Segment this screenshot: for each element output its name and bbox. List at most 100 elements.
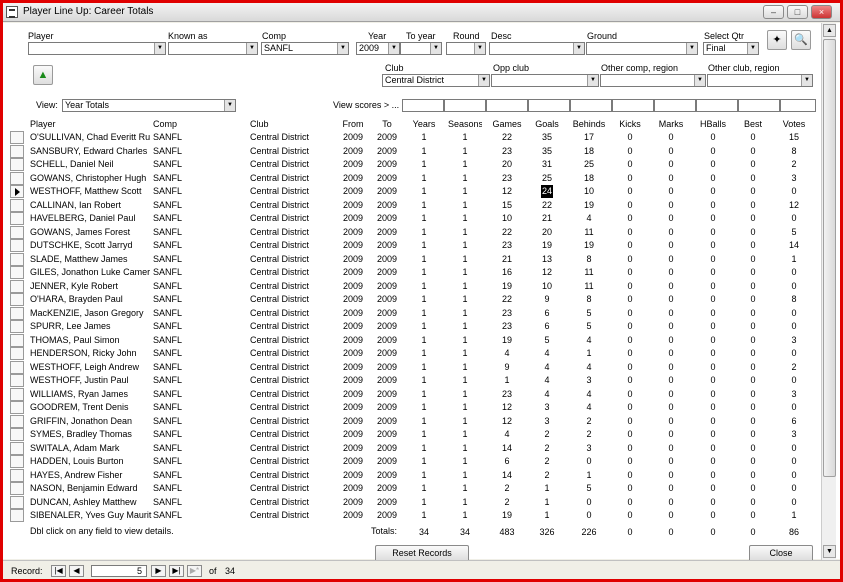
record-selector[interactable] bbox=[10, 441, 24, 455]
cell-games[interactable]: 12 bbox=[488, 415, 526, 428]
cell-best[interactable]: 0 bbox=[735, 347, 771, 360]
column-header-player[interactable]: Player bbox=[30, 118, 152, 131]
cell-seasons[interactable]: 1 bbox=[448, 320, 482, 333]
cell-marks[interactable]: 0 bbox=[653, 334, 689, 347]
cell-years[interactable]: 1 bbox=[409, 172, 439, 185]
cell-player[interactable]: GOWANS, James Forest bbox=[30, 226, 152, 239]
new-record-icon[interactable]: ▶* bbox=[187, 565, 202, 577]
cell-years[interactable]: 1 bbox=[409, 374, 439, 387]
cell-hballs[interactable]: 0 bbox=[694, 347, 732, 360]
cell-marks[interactable]: 0 bbox=[653, 172, 689, 185]
cell-behinds[interactable]: 0 bbox=[568, 496, 610, 509]
cell-to[interactable]: 2009 bbox=[371, 293, 403, 306]
cell-votes[interactable]: 8 bbox=[775, 293, 813, 306]
previous-record-icon[interactable]: ◀ bbox=[69, 565, 84, 577]
cell-kicks[interactable]: 0 bbox=[612, 212, 648, 225]
cell-comp[interactable]: SANFL bbox=[153, 226, 245, 239]
cell-comp[interactable]: SANFL bbox=[153, 158, 245, 171]
cell-hballs[interactable]: 0 bbox=[694, 226, 732, 239]
cell-years[interactable]: 1 bbox=[409, 334, 439, 347]
record-selector[interactable] bbox=[10, 158, 24, 171]
cell-behinds[interactable]: 4 bbox=[568, 401, 610, 414]
comp-combo[interactable]: SANFL ▼ bbox=[261, 42, 349, 55]
cell-behinds[interactable]: 0 bbox=[568, 455, 610, 468]
cell-goals[interactable]: 20 bbox=[528, 226, 566, 239]
cell-votes[interactable]: 0 bbox=[775, 212, 813, 225]
to-year-combo[interactable]: ▼ bbox=[400, 42, 442, 55]
cell-player[interactable]: WESTHOFF, Leigh Andrew bbox=[30, 361, 152, 374]
cell-years[interactable]: 1 bbox=[409, 199, 439, 212]
table-row[interactable]: SANSBURY, Edward Charles SANFL Central Dis… bbox=[3, 144, 823, 159]
cell-goals[interactable]: 5 bbox=[528, 334, 566, 347]
cell-club[interactable]: Central District bbox=[250, 158, 340, 171]
cell-games[interactable]: 2 bbox=[488, 482, 526, 495]
cell-club[interactable]: Central District bbox=[250, 185, 340, 198]
cell-best[interactable]: 0 bbox=[735, 239, 771, 252]
cell-marks[interactable]: 0 bbox=[653, 145, 689, 158]
cell-to[interactable]: 2009 bbox=[371, 266, 403, 279]
cell-club[interactable]: Central District bbox=[250, 226, 340, 239]
cell-votes[interactable]: 3 bbox=[775, 428, 813, 441]
cell-hballs[interactable]: 0 bbox=[694, 374, 732, 387]
cell-club[interactable]: Central District bbox=[250, 374, 340, 387]
cell-comp[interactable]: SANFL bbox=[153, 212, 245, 225]
cell-best[interactable]: 0 bbox=[735, 442, 771, 455]
cell-from[interactable]: 2009 bbox=[338, 442, 368, 455]
table-row[interactable]: HAYES, Andrew Fisher SANFL Central Distric… bbox=[3, 468, 823, 483]
cell-marks[interactable]: 0 bbox=[653, 293, 689, 306]
cell-comp[interactable]: SANFL bbox=[153, 172, 245, 185]
opp-club-combo[interactable]: ▼ bbox=[491, 74, 599, 87]
cell-to[interactable]: 2009 bbox=[371, 401, 403, 414]
cell-best[interactable]: 0 bbox=[735, 496, 771, 509]
cell-votes[interactable]: 0 bbox=[775, 320, 813, 333]
cell-from[interactable]: 2009 bbox=[338, 361, 368, 374]
cell-seasons[interactable]: 1 bbox=[448, 266, 482, 279]
cell-seasons[interactable]: 1 bbox=[448, 442, 482, 455]
cell-to[interactable]: 2009 bbox=[371, 307, 403, 320]
cell-goals[interactable]: 12 bbox=[528, 266, 566, 279]
record-selector[interactable] bbox=[10, 387, 24, 401]
cell-marks[interactable]: 0 bbox=[653, 185, 689, 198]
cell-comp[interactable]: SANFL bbox=[153, 455, 245, 468]
cell-best[interactable]: 0 bbox=[735, 199, 771, 212]
cell-kicks[interactable]: 0 bbox=[612, 199, 648, 212]
cell-player[interactable]: DUNCAN, Ashley Matthew bbox=[30, 496, 152, 509]
cell-years[interactable]: 1 bbox=[409, 280, 439, 293]
cell-games[interactable]: 23 bbox=[488, 307, 526, 320]
score-filter-6[interactable] bbox=[612, 99, 654, 112]
cell-club[interactable]: Central District bbox=[250, 307, 340, 320]
cell-marks[interactable]: 0 bbox=[653, 266, 689, 279]
cell-club[interactable]: Central District bbox=[250, 496, 340, 509]
cell-hballs[interactable]: 0 bbox=[694, 334, 732, 347]
cell-seasons[interactable]: 1 bbox=[448, 482, 482, 495]
cell-best[interactable]: 0 bbox=[735, 334, 771, 347]
cell-club[interactable]: Central District bbox=[250, 320, 340, 333]
cell-goals[interactable]: 2 bbox=[528, 442, 566, 455]
cell-years[interactable]: 1 bbox=[409, 455, 439, 468]
cell-years[interactable]: 1 bbox=[409, 226, 439, 239]
cell-votes[interactable]: 5 bbox=[775, 226, 813, 239]
cell-marks[interactable]: 0 bbox=[653, 239, 689, 252]
chevron-down-icon[interactable]: ▼ bbox=[430, 43, 441, 54]
score-filter-4[interactable] bbox=[528, 99, 570, 112]
cell-hballs[interactable]: 0 bbox=[694, 509, 732, 522]
cell-best[interactable]: 0 bbox=[735, 320, 771, 333]
cell-kicks[interactable]: 0 bbox=[612, 226, 648, 239]
chevron-down-icon[interactable]: ▼ bbox=[246, 43, 257, 54]
cell-best[interactable]: 0 bbox=[735, 253, 771, 266]
record-selector[interactable] bbox=[10, 360, 24, 374]
cell-seasons[interactable]: 1 bbox=[448, 158, 482, 171]
cell-years[interactable]: 1 bbox=[409, 347, 439, 360]
chevron-down-icon[interactable]: ▼ bbox=[388, 43, 399, 54]
record-selector[interactable] bbox=[10, 414, 24, 428]
table-row[interactable]: HAVELBERG, Daniel Paul SANFL Central Distr… bbox=[3, 212, 823, 226]
cell-to[interactable]: 2009 bbox=[371, 131, 403, 144]
cell-club[interactable]: Central District bbox=[250, 199, 340, 212]
cell-goals[interactable]: 35 bbox=[528, 145, 566, 158]
cell-kicks[interactable]: 0 bbox=[612, 280, 648, 293]
cell-player[interactable]: WESTHOFF, Justin Paul bbox=[30, 374, 152, 387]
cell-player[interactable]: HADDEN, Louis Burton bbox=[30, 455, 152, 468]
cell-from[interactable]: 2009 bbox=[338, 226, 368, 239]
cell-games[interactable]: 12 bbox=[488, 185, 526, 198]
cell-club[interactable]: Central District bbox=[250, 334, 340, 347]
